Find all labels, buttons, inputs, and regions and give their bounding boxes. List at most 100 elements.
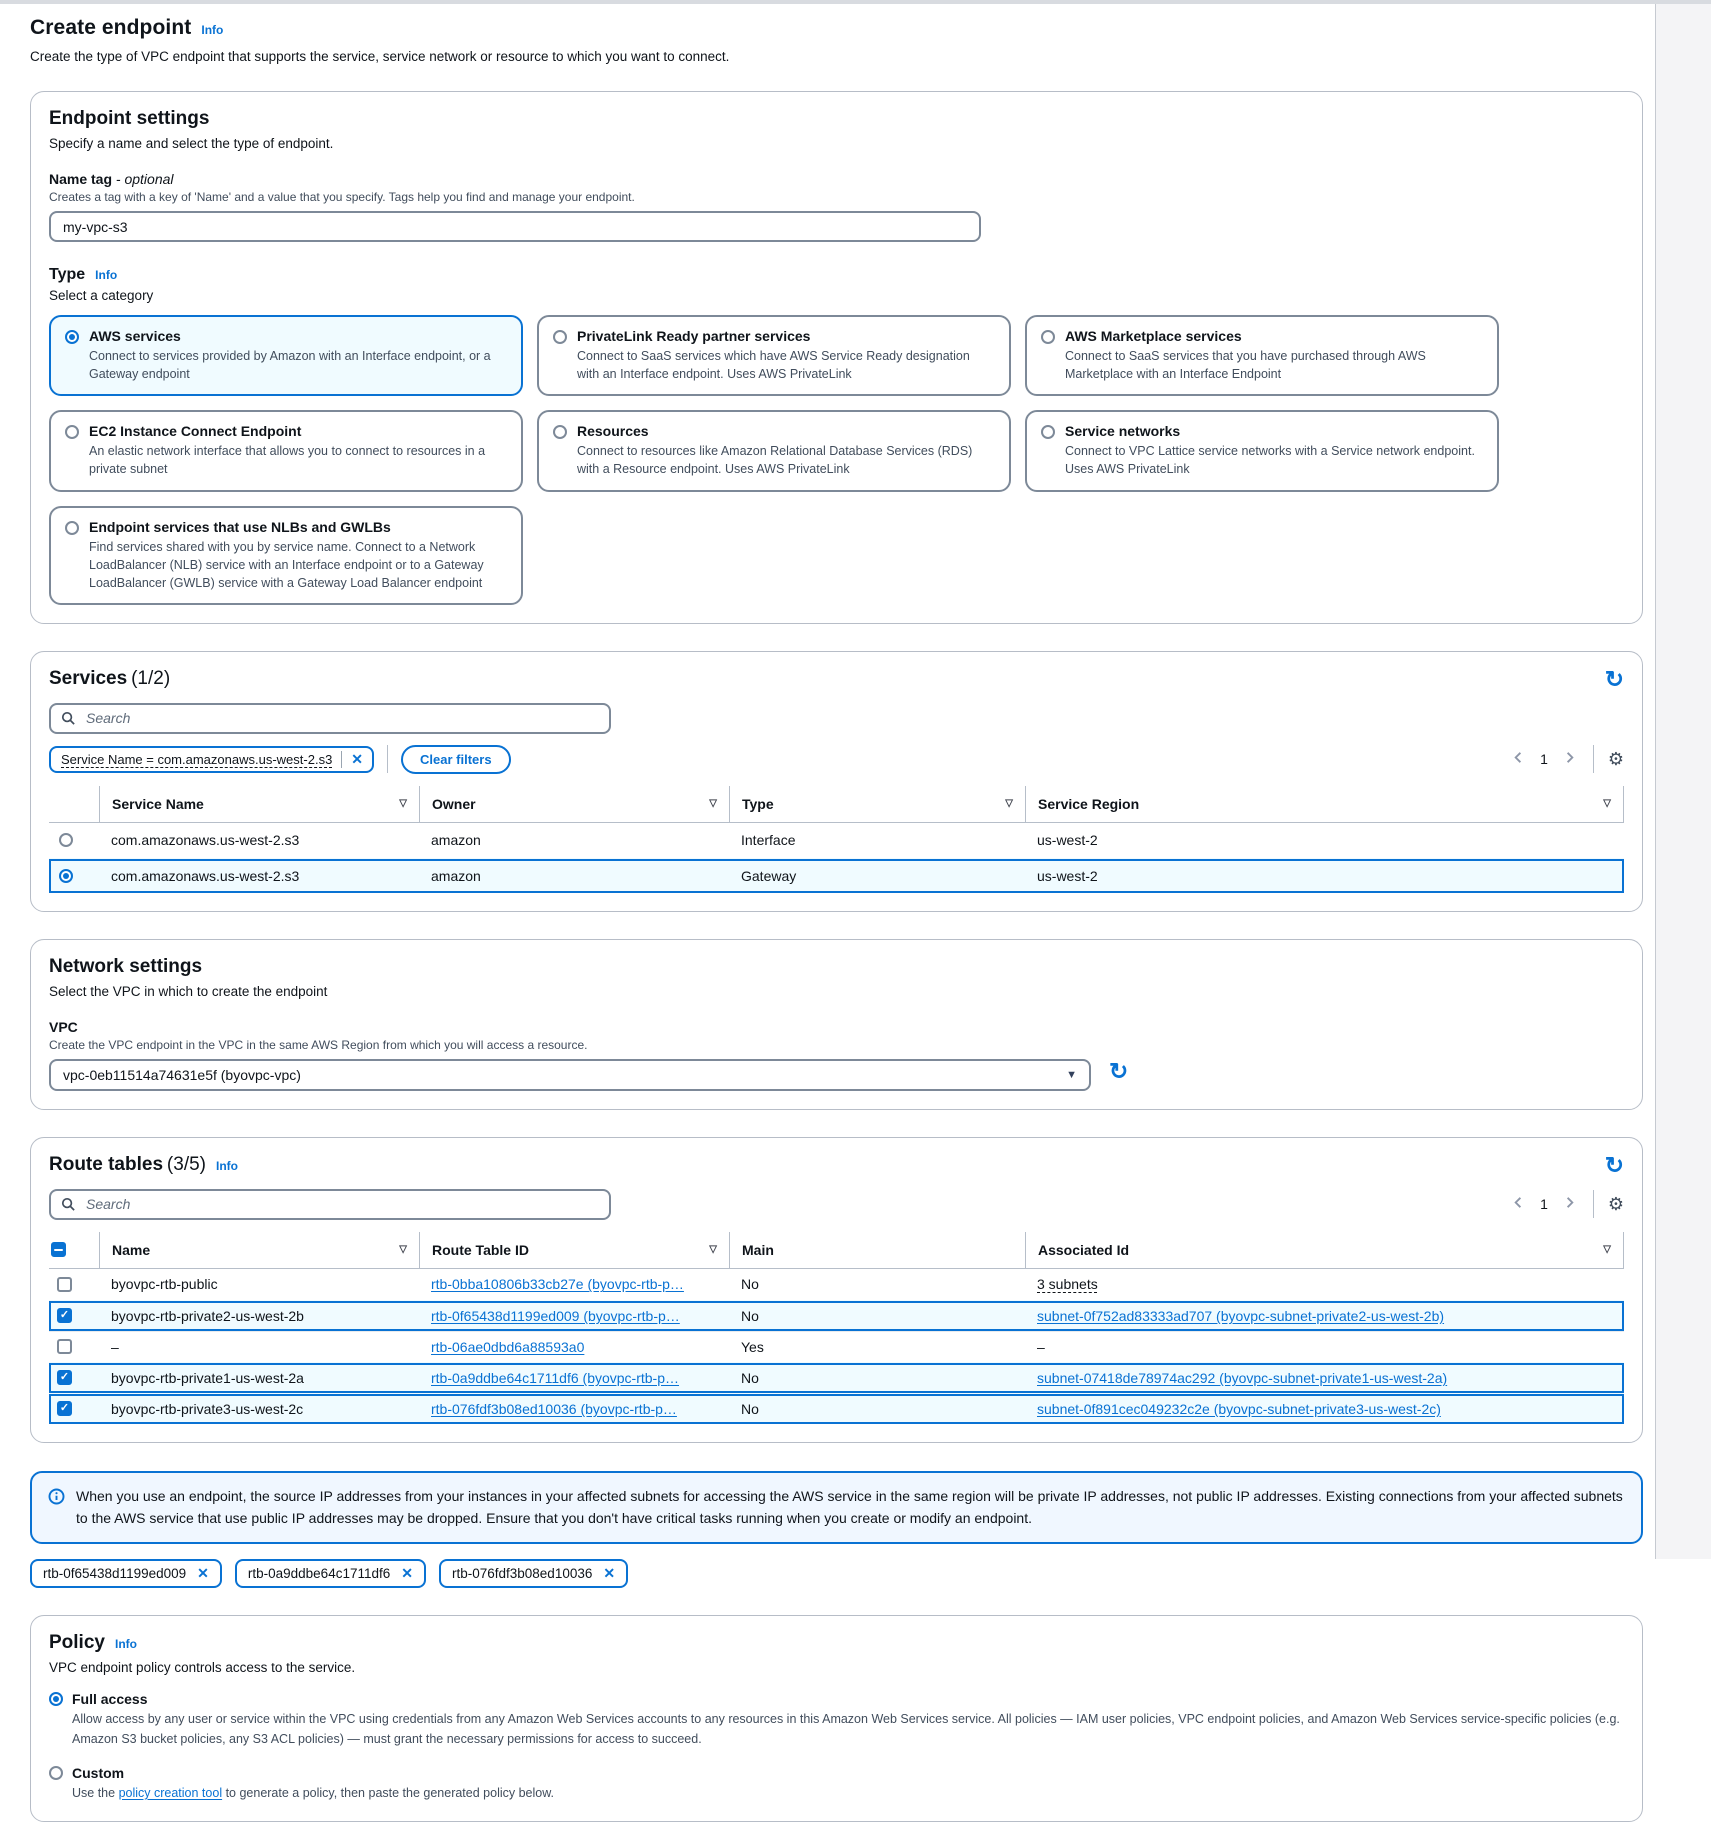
radio-icon	[553, 330, 567, 344]
refresh-icon: ↻	[1605, 1152, 1624, 1178]
route-tables-preferences-button[interactable]: ⚙	[1608, 1195, 1624, 1213]
col-header-type[interactable]: Type▽	[729, 786, 1025, 822]
remove-token-icon[interactable]: ✕	[197, 1565, 209, 1582]
route-table-row-private3[interactable]: ✓ byovpc-rtb-private3-us-west-2c rtb-076…	[49, 1393, 1624, 1424]
row-radio[interactable]	[59, 833, 73, 847]
route-table-id-link[interactable]: rtb-06ae0dbd6a88593a0	[431, 1339, 584, 1355]
route-tables-table: Name▽ Route Table ID▽ Main Associated Id…	[49, 1232, 1624, 1424]
previous-page-button[interactable]	[1509, 1193, 1528, 1215]
token-rtb-2[interactable]: rtb-0a9ddbe64c1711df6 ✕	[235, 1559, 426, 1588]
sort-icon[interactable]: ▽	[399, 1244, 407, 1255]
route-tables-info-link[interactable]: Info	[216, 1159, 238, 1173]
sort-icon[interactable]: ▽	[399, 798, 407, 809]
tile-aws-marketplace-services[interactable]: AWS Marketplace services Connect to SaaS…	[1025, 315, 1499, 396]
remove-token-icon[interactable]: ✕	[401, 1565, 413, 1582]
route-table-id-link[interactable]: rtb-0a9ddbe64c1711df6 (byovpc-rtb-p…	[431, 1370, 679, 1386]
col-header-name[interactable]: Name▽	[99, 1232, 419, 1268]
row-checkbox[interactable]	[57, 1277, 72, 1292]
type-subtitle: Select a category	[49, 288, 1624, 303]
tile-endpoint-services-nlb-gwlb[interactable]: Endpoint services that use NLBs and GWLB…	[49, 506, 523, 605]
page-title-info-link[interactable]: Info	[201, 23, 223, 37]
tile-privatelink-partner-services[interactable]: PrivateLink Ready partner services Conne…	[537, 315, 1011, 396]
row-checkbox-checked[interactable]: ✓	[57, 1308, 72, 1323]
col-header-route-table-id[interactable]: Route Table ID▽	[419, 1232, 729, 1268]
chevron-left-icon	[1511, 750, 1526, 765]
type-tile-grid: AWS services Connect to services provide…	[49, 315, 1624, 605]
services-refresh-button[interactable]: ↻	[1605, 668, 1624, 691]
tile-title: Endpoint services that use NLBs and GWLB…	[89, 519, 507, 535]
select-all-checkbox-indeterminate[interactable]	[51, 1242, 66, 1257]
type-info-link[interactable]: Info	[95, 268, 117, 282]
tile-aws-services[interactable]: AWS services Connect to services provide…	[49, 315, 523, 396]
radio-selected-icon	[49, 1692, 63, 1706]
radio-icon	[49, 1766, 63, 1780]
refresh-icon: ↻	[1605, 666, 1624, 692]
tile-ec2-instance-connect-endpoint[interactable]: EC2 Instance Connect Endpoint An elastic…	[49, 410, 523, 491]
current-page-number[interactable]: 1	[1534, 1196, 1554, 1212]
vpc-select[interactable]: vpc-0eb11514a74631e5f (byovpc-vpc) ▼	[49, 1059, 1091, 1091]
token-rtb-3[interactable]: rtb-076fdf3b08ed10036 ✕	[439, 1559, 628, 1588]
endpoint-settings-title: Endpoint settings	[49, 108, 209, 129]
check-icon: ✓	[60, 1372, 69, 1383]
type-cell: Interface	[729, 826, 1025, 854]
route-table-row-public[interactable]: byovpc-rtb-public rtb-0bba10806b33cb27e …	[49, 1269, 1624, 1300]
route-table-row-main[interactable]: – rtb-06ae0dbd6a88593a0 Yes –	[49, 1331, 1624, 1362]
services-search-input[interactable]	[84, 709, 599, 727]
custom-radio-option[interactable]: Custom	[49, 1765, 1624, 1781]
policy-title: Policy	[49, 1632, 105, 1653]
col-header-service-name[interactable]: Service Name▽	[99, 786, 419, 822]
tile-description: Connect to resources like Amazon Relatio…	[577, 442, 995, 478]
select-all-header	[49, 1232, 99, 1268]
route-tables-refresh-button[interactable]: ↻	[1605, 1154, 1624, 1177]
subnet-link[interactable]: subnet-0f891cec049232c2e (byovpc-subnet-…	[1037, 1401, 1441, 1417]
sort-icon[interactable]: ▽	[1005, 798, 1013, 809]
row-checkbox[interactable]	[57, 1339, 72, 1354]
tile-title: EC2 Instance Connect Endpoint	[89, 423, 507, 439]
service-name-filter-token[interactable]: Service Name = com.amazonaws.us-west-2.s…	[49, 746, 374, 773]
name-tag-input[interactable]	[49, 211, 981, 242]
tile-service-networks[interactable]: Service networks Connect to VPC Lattice …	[1025, 410, 1499, 491]
sort-icon[interactable]: ▽	[709, 1244, 717, 1255]
token-rtb-1[interactable]: rtb-0f65438d1199ed009 ✕	[30, 1559, 222, 1588]
current-page-number[interactable]: 1	[1534, 751, 1554, 767]
route-tables-search-input[interactable]	[84, 1195, 599, 1213]
right-panel-rail	[1655, 4, 1711, 1559]
tile-title: AWS Marketplace services	[1065, 328, 1483, 344]
route-table-id-link[interactable]: rtb-076fdf3b08ed10036 (byovpc-rtb-p…	[431, 1401, 677, 1417]
route-table-id-link[interactable]: rtb-0bba10806b33cb27e (byovpc-rtb-p…	[431, 1276, 684, 1292]
services-title: Services	[49, 668, 127, 689]
col-header-service-region[interactable]: Service Region▽	[1025, 786, 1624, 822]
sort-icon[interactable]: ▽	[1603, 1244, 1611, 1255]
route-table-row-private2[interactable]: ✓ byovpc-rtb-private2-us-west-2b rtb-0f6…	[49, 1300, 1624, 1331]
col-header-associated-id[interactable]: Associated Id▽	[1025, 1232, 1624, 1268]
previous-page-button[interactable]	[1509, 748, 1528, 770]
vpc-refresh-button[interactable]: ↻	[1109, 1060, 1128, 1083]
subnets-popover-link[interactable]: 3 subnets	[1037, 1276, 1098, 1292]
clear-filters-button[interactable]: Clear filters	[401, 745, 511, 774]
sort-icon[interactable]: ▽	[1603, 798, 1611, 809]
full-access-radio-option[interactable]: Full access	[49, 1691, 1624, 1707]
route-table-id-link[interactable]: rtb-0f65438d1199ed009 (byovpc-rtb-p…	[431, 1308, 680, 1324]
services-preferences-button[interactable]: ⚙	[1608, 750, 1624, 768]
row-radio-selected[interactable]	[59, 869, 73, 883]
subnet-link[interactable]: subnet-0f752ad83333ad707 (byovpc-subnet-…	[1037, 1308, 1444, 1324]
row-checkbox-checked[interactable]: ✓	[57, 1401, 72, 1416]
next-page-button[interactable]	[1560, 748, 1579, 770]
policy-creation-tool-link[interactable]: policy creation tool	[119, 1786, 223, 1800]
next-page-button[interactable]	[1560, 1193, 1579, 1215]
service-row-gateway[interactable]: com.amazonaws.us-west-2.s3 amazon Gatewa…	[49, 858, 1624, 893]
sort-icon[interactable]: ▽	[709, 798, 717, 809]
col-header-main[interactable]: Main	[729, 1232, 1025, 1268]
remove-token-icon[interactable]: ✕	[603, 1565, 615, 1582]
selected-route-table-tokens: rtb-0f65438d1199ed009 ✕ rtb-0a9ddbe64c17…	[30, 1559, 1643, 1588]
policy-info-link[interactable]: Info	[115, 1637, 137, 1651]
endpoint-settings-card: Endpoint settings Specify a name and sel…	[30, 91, 1643, 624]
row-checkbox-checked[interactable]: ✓	[57, 1370, 72, 1385]
route-table-row-private1[interactable]: ✓ byovpc-rtb-private1-us-west-2a rtb-0a9…	[49, 1362, 1624, 1393]
subnet-link[interactable]: subnet-07418de78974ac292 (byovpc-subnet-…	[1037, 1370, 1447, 1386]
owner-cell: amazon	[419, 862, 729, 890]
remove-filter-icon[interactable]: ✕	[341, 751, 372, 768]
tile-resources[interactable]: Resources Connect to resources like Amaz…	[537, 410, 1011, 491]
service-row-interface[interactable]: com.amazonaws.us-west-2.s3 amazon Interf…	[49, 823, 1624, 858]
col-header-owner[interactable]: Owner▽	[419, 786, 729, 822]
